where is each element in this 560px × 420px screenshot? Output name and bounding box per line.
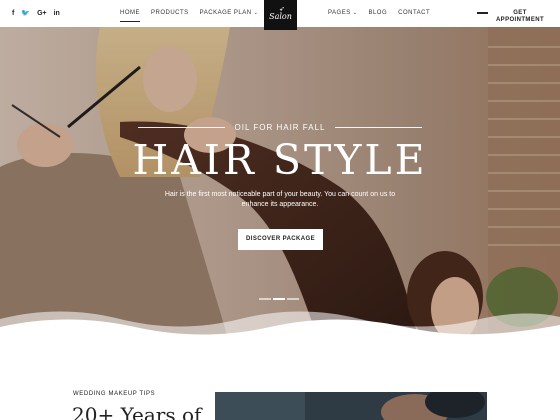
social-links: f 🐦 G+ in xyxy=(12,9,60,18)
chevron-down-icon: ⌄ xyxy=(253,10,259,16)
logo-text: Salon xyxy=(269,12,292,21)
nav-contact-label: CONTACT xyxy=(398,10,431,16)
discover-package-button[interactable]: DISCOVER PACKAGE xyxy=(238,229,323,250)
section-heading: 20+ Years of xyxy=(72,403,202,420)
nav-package-plan-label: PACKAGE PLAN xyxy=(199,10,252,16)
slider-dots xyxy=(259,298,299,300)
nav-package-plan[interactable]: PACKAGE PLAN ⌄ xyxy=(200,9,259,17)
hero-subtitle-row: OIL FOR HAIR FALL xyxy=(138,123,423,132)
salon-logo[interactable]: ➶ Salon xyxy=(264,0,297,30)
section-photo xyxy=(215,392,487,420)
nav-contact[interactable]: CONTACT xyxy=(398,9,430,17)
subtitle-rule-left xyxy=(138,127,225,128)
slider-dot-1[interactable] xyxy=(259,298,271,300)
subtitle-rule-right xyxy=(335,127,423,128)
hero-slider: OIL FOR HAIR FALL HAIR STYLE Hair is the… xyxy=(0,27,560,345)
nav-pages[interactable]: PAGES ⌄ xyxy=(328,9,357,17)
nav-home-label: HOME xyxy=(120,10,140,16)
cta-line-1: GET xyxy=(513,10,527,16)
main-nav-left: HOME PRODUCTS PACKAGE PLAN ⌄ xyxy=(120,9,259,22)
slider-dot-2[interactable] xyxy=(273,298,285,300)
menu-toggle-icon[interactable] xyxy=(477,12,488,14)
hero-description: Hair is the first most noticeable part o… xyxy=(164,191,396,208)
nav-home[interactable]: HOME xyxy=(120,9,140,22)
cta-line-2: APPOINTMENT xyxy=(495,17,545,23)
nav-pages-label: PAGES xyxy=(328,10,351,16)
facebook-icon[interactable]: f xyxy=(12,9,14,18)
hero-wave-divider xyxy=(0,311,560,345)
get-appointment-button[interactable]: GET APPOINTMENT xyxy=(494,10,546,24)
nav-products-label: PRODUCTS xyxy=(151,10,189,16)
twitter-icon[interactable]: 🐦 xyxy=(21,9,30,18)
nav-blog[interactable]: BLOG xyxy=(368,9,387,17)
hero-title: HAIR STYLE xyxy=(132,136,428,184)
hero-subtitle: OIL FOR HAIR FALL xyxy=(234,123,326,132)
chevron-down-icon: ⌄ xyxy=(352,10,358,16)
section-kicker: WEDDING MAKEUP TIPS xyxy=(73,391,156,397)
google-plus-icon[interactable]: G+ xyxy=(37,9,47,18)
nav-products[interactable]: PRODUCTS xyxy=(151,9,189,17)
linkedin-icon[interactable]: in xyxy=(54,9,60,18)
nav-blog-label: BLOG xyxy=(368,10,388,16)
main-nav-right: PAGES ⌄ BLOG CONTACT xyxy=(328,9,430,17)
slider-dot-3[interactable] xyxy=(287,298,299,300)
